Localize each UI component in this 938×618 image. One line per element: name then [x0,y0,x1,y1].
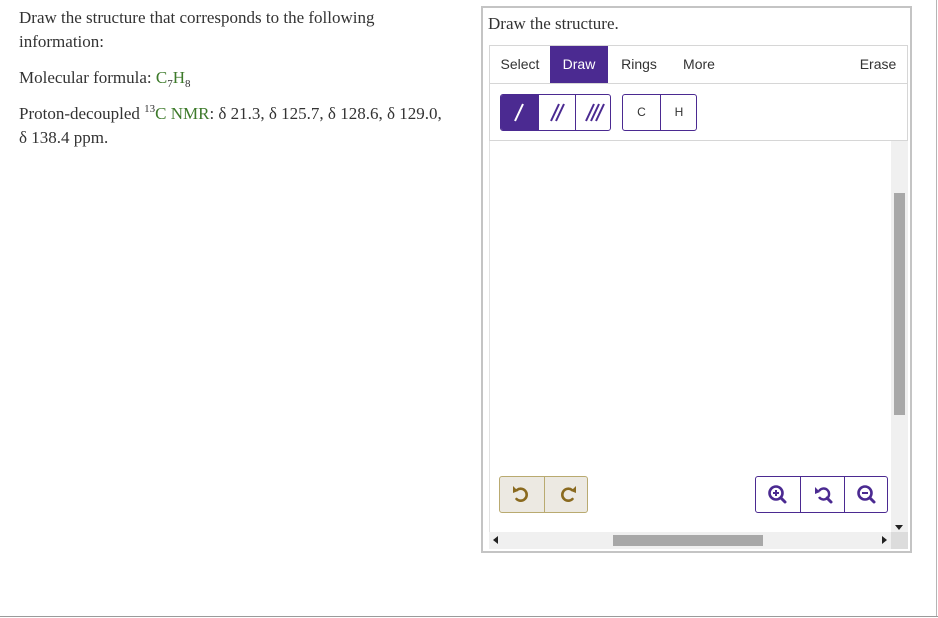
tab-select[interactable]: Select [490,46,550,83]
atom-tool-group: C H [622,94,697,131]
undo-button[interactable] [500,477,544,512]
scroll-down-arrow-icon[interactable] [895,525,903,530]
scroll-left-arrow-icon[interactable] [493,536,498,544]
atom-hydrogen-button[interactable]: H [660,95,696,130]
formula-carbon: C [155,68,168,87]
tab-more[interactable]: More [670,46,728,83]
tab-draw[interactable]: Draw [550,46,608,83]
structure-drawing-widget: Draw the structure. Select Draw Rings Mo… [481,6,912,553]
undo-icon [513,486,528,502]
reset-zoom-button[interactable] [800,477,844,512]
question-prompt: Draw the structure that corresponds to t… [19,8,375,51]
redo-icon [561,486,576,502]
triple-bond-button[interactable] [575,95,610,130]
zoom-out-button[interactable] [844,477,887,512]
redo-button[interactable] [544,477,587,512]
tab-erase[interactable]: Erase [848,46,908,83]
nmr-prefix: Proton-decoupled [19,104,145,123]
reset-zoom-icon [815,487,833,504]
single-bond-button[interactable] [501,95,538,130]
horizontal-scroll-thumb[interactable] [613,535,763,546]
page-bottom-border [0,616,938,617]
atom-carbon-button[interactable]: C [623,95,660,130]
formula-label: Molecular formula: [19,68,156,87]
zoom-in-icon [768,485,787,504]
formula-hydrogen: H [172,68,186,87]
scrollbar-corner [891,532,908,549]
scroll-right-arrow-icon[interactable] [882,536,887,544]
widget-title: Draw the structure. [488,14,619,33]
vertical-scrollbar[interactable] [891,141,908,532]
question-text: Draw the structure that corresponds to t… [19,6,449,162]
double-bond-icon [550,103,565,122]
zoom-in-button[interactable] [756,477,800,512]
nmr-label: C NMR [155,104,210,123]
horizontal-scrollbar[interactable] [489,532,891,549]
drawing-canvas[interactable] [489,141,891,532]
nmr-isotope: 13 [144,103,156,115]
tool-tabs: Select Draw Rings More Erase [489,45,908,83]
draw-toolbar: C H [489,83,908,141]
formula-hydrogen-count: 8 [185,78,191,90]
molecular-formula: Molecular formula: C7H8 [19,66,449,90]
page-right-border [936,0,937,617]
double-bond-button[interactable] [538,95,575,130]
single-bond-icon [514,103,524,122]
tab-rings[interactable]: Rings [610,46,668,83]
zoom-controls [755,476,888,513]
zoom-out-icon [857,485,876,504]
history-controls [499,476,588,513]
vertical-scroll-thumb[interactable] [894,193,905,415]
bond-tool-group [500,94,611,131]
nmr-data: Proton-decoupled 13C NMR: δ 21.3, δ 125.… [19,102,449,150]
triple-bond-icon [585,103,605,122]
